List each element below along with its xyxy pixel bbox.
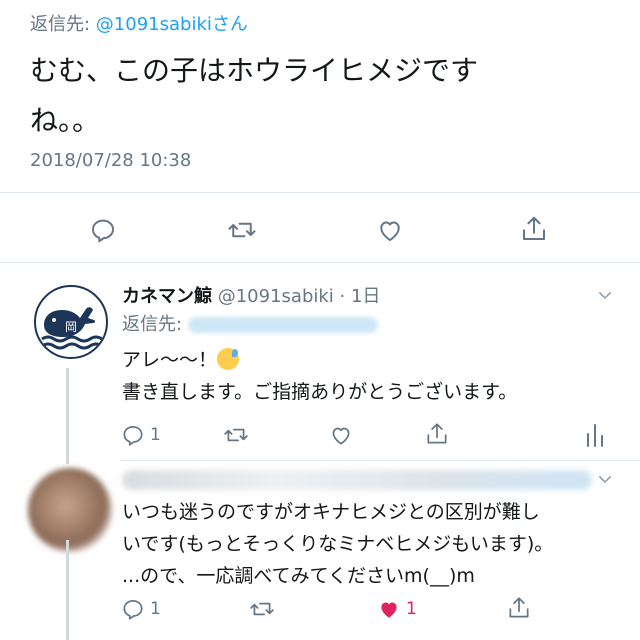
like-icon bbox=[380, 221, 400, 241]
retweet-icon bbox=[224, 428, 248, 442]
author-row: カネマン鯨 @1091sabiki · 1日 bbox=[122, 282, 380, 308]
tweet-text-line: いです(もっとそっくりなミナベヒメジもいます)。 bbox=[122, 533, 554, 555]
divider bbox=[120, 460, 640, 461]
avatar-label: 岡 bbox=[65, 320, 77, 334]
share-icon bbox=[523, 216, 545, 240]
tweet-text-line: むむ、この子はホウライヒメジです bbox=[30, 54, 479, 87]
retweet-button[interactable] bbox=[226, 215, 258, 245]
tweet-menu-button[interactable] bbox=[596, 470, 614, 492]
reply-to-handle-link[interactable]: @1091sabikiさん bbox=[96, 14, 248, 35]
chevron-down-icon bbox=[599, 476, 611, 483]
tweet-text-line: いつも迷うのですがオキナヒメジとの区別が難し bbox=[122, 501, 540, 523]
reply-count: 1 bbox=[150, 425, 161, 445]
reply-to-line: 返信先: @1091sabikiさん bbox=[30, 10, 248, 36]
thread-line bbox=[66, 368, 69, 464]
share-button[interactable] bbox=[519, 213, 549, 245]
chevron-down-icon bbox=[599, 292, 611, 299]
avatar[interactable]: 岡 bbox=[34, 285, 108, 359]
tweet-text-line: 書き直します。ご指摘ありがとうございます。 bbox=[122, 381, 518, 403]
author-meta: @1091sabiki · 1日 bbox=[212, 286, 381, 307]
tweet-text-line: ね。。 bbox=[30, 104, 101, 137]
analytics-icon bbox=[587, 424, 603, 447]
redacted-handle bbox=[188, 317, 379, 333]
share-icon bbox=[509, 597, 529, 618]
retweet-icon bbox=[250, 602, 274, 616]
reply-icon bbox=[92, 219, 114, 243]
tweet-text-segment: アレ〜〜！ bbox=[122, 349, 218, 371]
like-button[interactable] bbox=[375, 215, 405, 245]
share-icon bbox=[427, 423, 447, 444]
reply-count: 1 bbox=[150, 599, 161, 619]
tweet-text-line: アレ〜〜！ bbox=[122, 344, 602, 376]
reply-to-prefix: 返信先: bbox=[122, 314, 183, 335]
tweet-timestamp[interactable]: 2018/07/28 10:38 bbox=[30, 150, 191, 171]
share-button[interactable] bbox=[506, 594, 532, 622]
like-button[interactable] bbox=[328, 422, 354, 448]
tweet-text: むむ、この子はホウライヒメジです ね。。 bbox=[30, 46, 590, 146]
tweet-menu-button[interactable] bbox=[596, 286, 614, 308]
retweet-icon bbox=[228, 222, 256, 238]
tweet-text-line: ...ので、一応調べてみてくださいm(__)m bbox=[122, 565, 475, 587]
sweat-smile-emoji-icon bbox=[217, 348, 240, 370]
divider bbox=[0, 192, 640, 193]
like-button[interactable]: 1 bbox=[376, 596, 417, 622]
tweet-text: いつも迷うのですがオキナヒメジとの区別が難し いです(もっとそっくりなミナベヒメ… bbox=[122, 496, 612, 592]
author-name[interactable]: カネマン鯨 bbox=[122, 286, 212, 307]
whale-logo-icon: 岡 bbox=[41, 307, 103, 350]
share-button[interactable] bbox=[424, 420, 450, 448]
avatar[interactable] bbox=[28, 468, 112, 552]
heart-filled-icon bbox=[381, 602, 397, 618]
reply-icon bbox=[123, 600, 143, 620]
divider bbox=[0, 262, 640, 263]
thread-line bbox=[66, 540, 69, 640]
redacted-author-row bbox=[122, 470, 592, 490]
analytics-button[interactable] bbox=[584, 422, 606, 448]
retweet-button[interactable] bbox=[248, 596, 276, 622]
reply-to-prefix: 返信先: bbox=[30, 14, 96, 35]
retweet-button[interactable] bbox=[222, 422, 250, 448]
reply-button[interactable]: 1 bbox=[120, 596, 161, 622]
reply-button[interactable] bbox=[88, 215, 118, 245]
like-count: 1 bbox=[406, 599, 417, 619]
like-icon bbox=[332, 427, 350, 445]
reply-to-line: 返信先: bbox=[122, 310, 379, 336]
reply-button[interactable]: 1 bbox=[120, 422, 161, 448]
tweet-text: アレ〜〜！ 書き直します。ご指摘ありがとうございます。 bbox=[122, 344, 602, 408]
reply-icon bbox=[123, 426, 143, 446]
